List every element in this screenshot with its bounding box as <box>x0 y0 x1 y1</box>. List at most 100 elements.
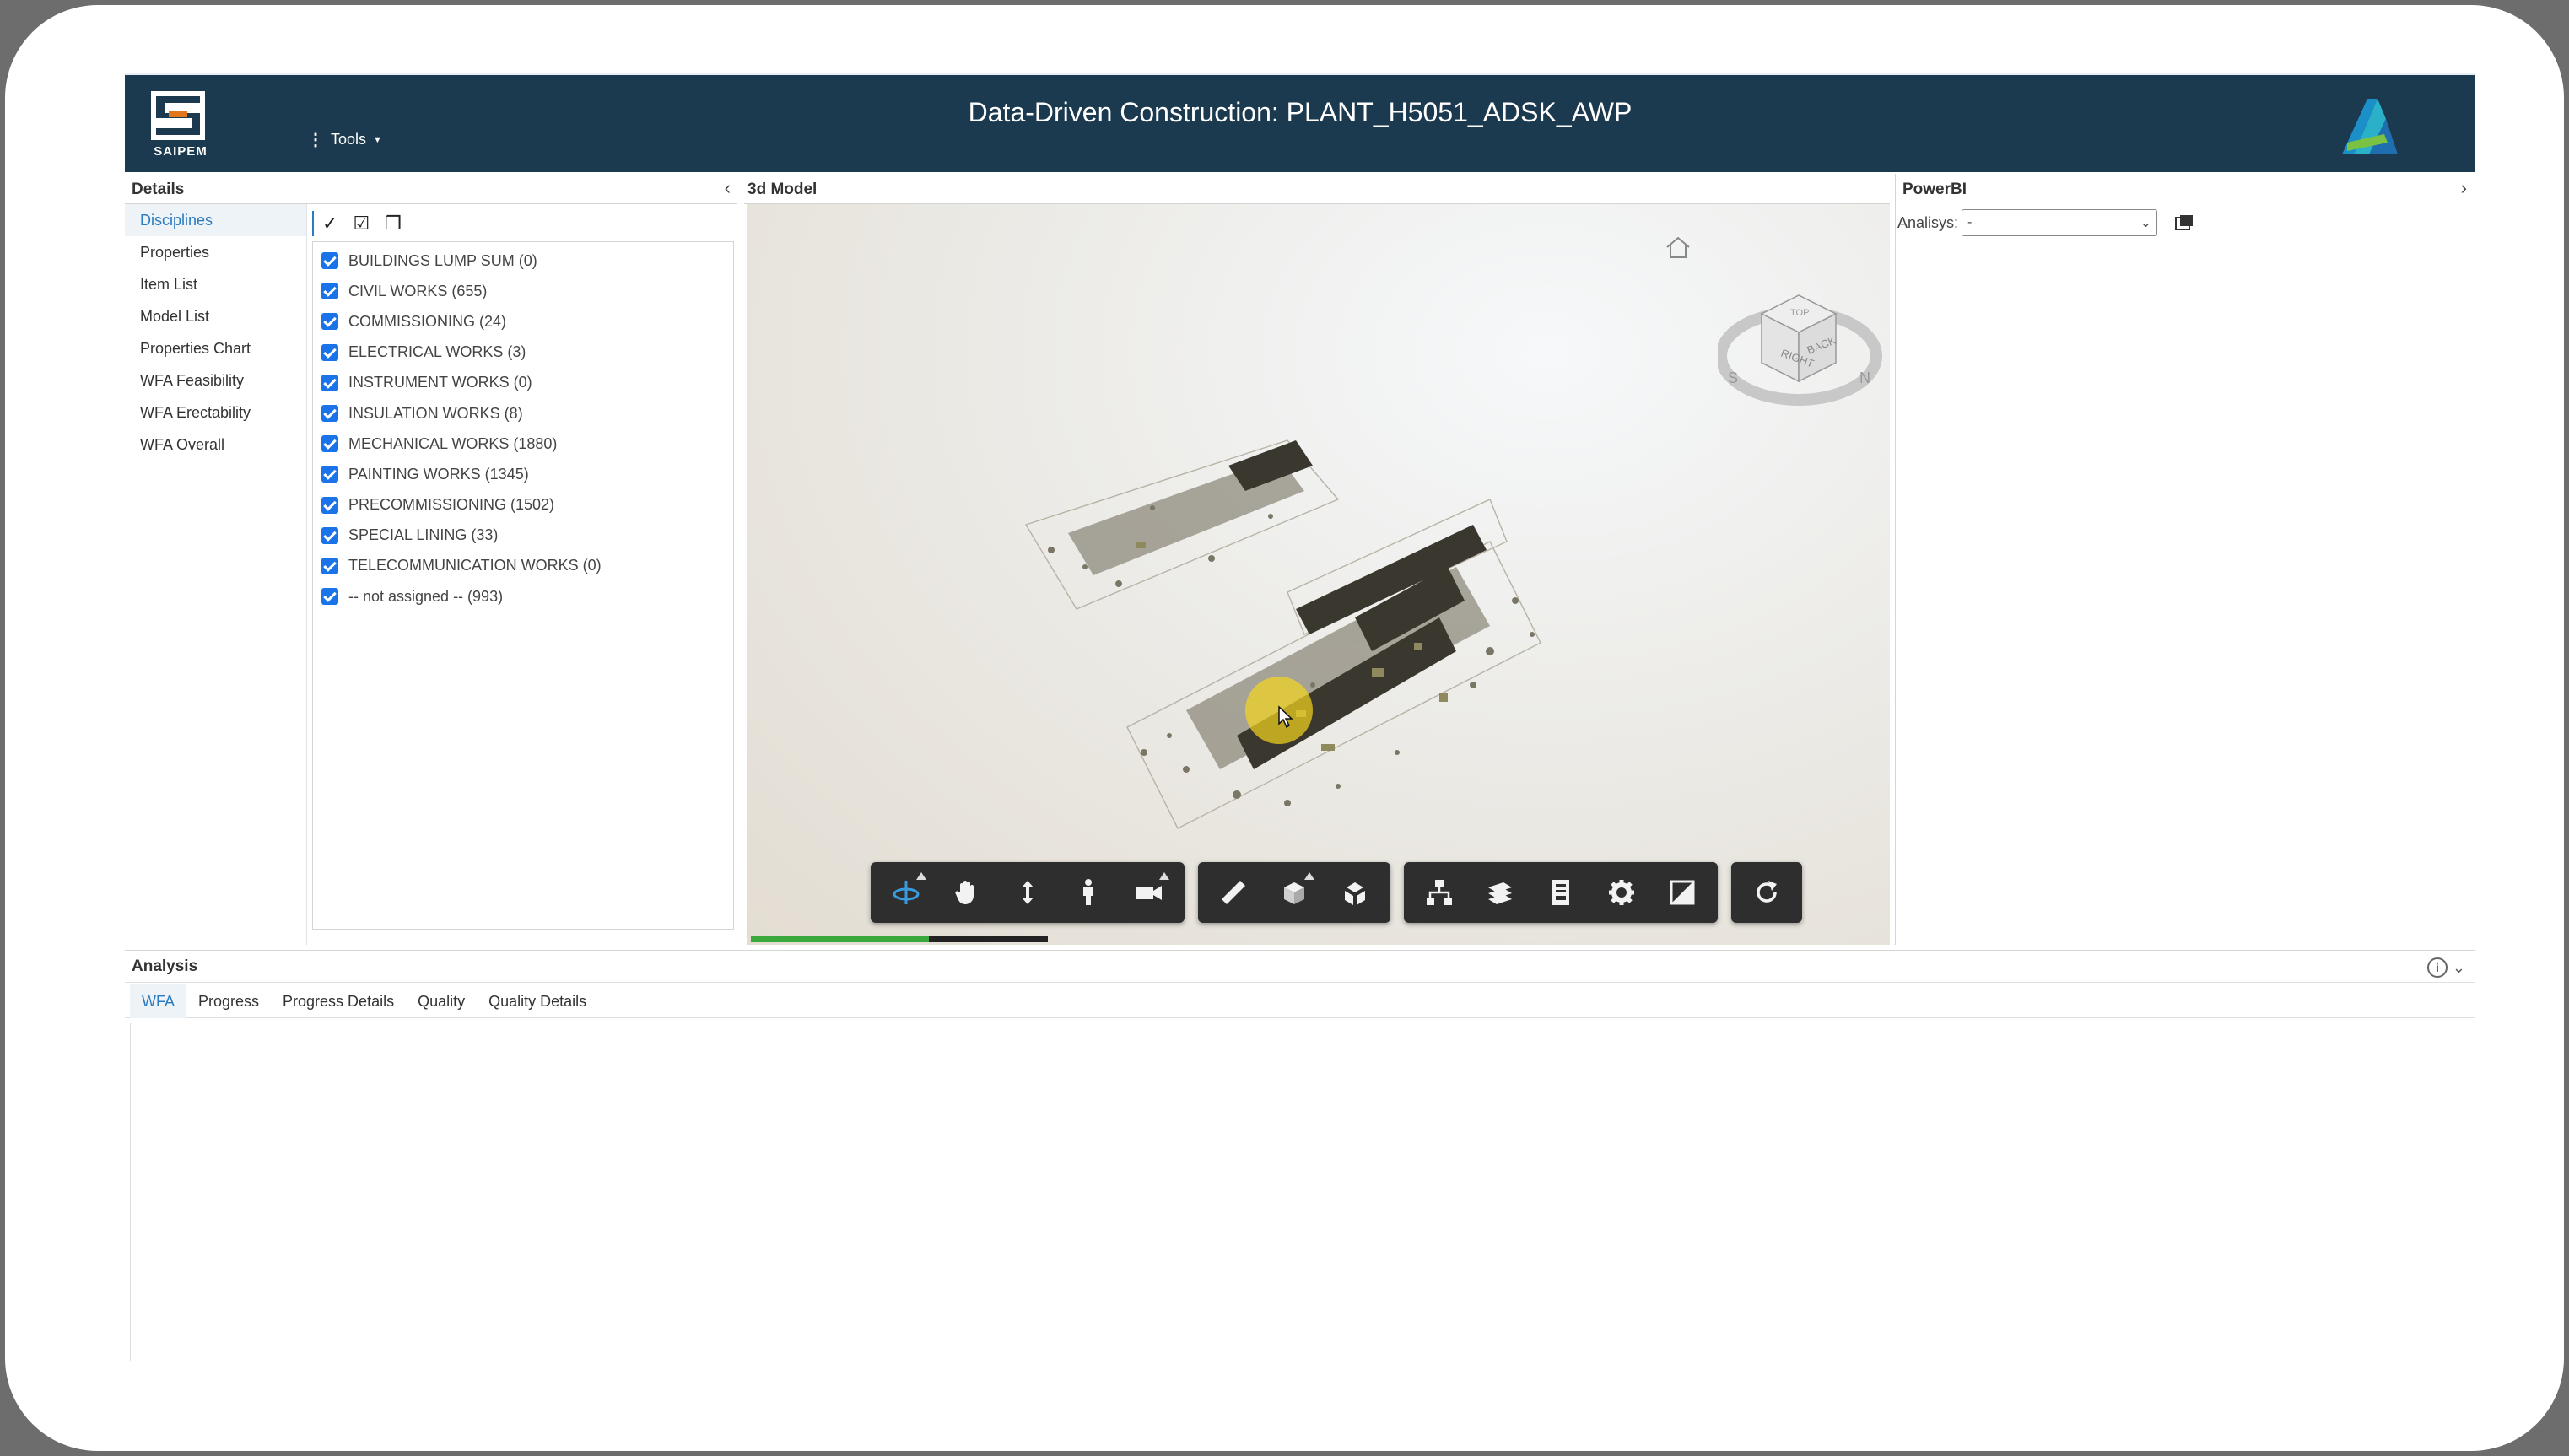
discipline-checkbox[interactable] <box>321 313 338 331</box>
discipline-row[interactable]: MECHANICAL WORKS (1880) <box>313 429 733 459</box>
section-button[interactable] <box>1264 862 1325 923</box>
orbit-icon <box>893 881 920 904</box>
refresh-tools-group <box>1731 862 1802 923</box>
camera-button[interactable] <box>1119 862 1179 923</box>
measure-button[interactable] <box>1203 862 1264 923</box>
discipline-row[interactable]: PRECOMMISSIONING (1502) <box>313 490 733 520</box>
tab-progress[interactable]: Progress <box>186 984 271 1018</box>
settings-button[interactable] <box>1591 862 1652 923</box>
discipline-checkbox[interactable] <box>321 252 338 270</box>
model-loading-progress-bar <box>751 936 1048 942</box>
chevron-down-icon: ⌄ <box>2140 216 2152 230</box>
disciplines-area: ✓ ☑ ❐ BUILDINGS LUMP SUM (0) CIVIL WORKS… <box>312 204 734 945</box>
nav-item-disciplines[interactable]: Disciplines <box>125 204 306 236</box>
check-selected-icon[interactable]: ☑ <box>353 213 370 235</box>
powerbi-panel-title: PowerBI <box>1902 181 1967 198</box>
export-icon[interactable] <box>2174 213 2194 233</box>
fullscreen-icon <box>1670 880 1695 905</box>
model-tools-group <box>1404 862 1718 923</box>
discipline-row[interactable]: INSTRUMENT WORKS (0) <box>313 368 733 398</box>
orbit-button[interactable] <box>876 862 936 923</box>
analysis-select-value: - <box>1967 215 1973 229</box>
discipline-checkbox[interactable] <box>321 374 338 391</box>
nav-item-wfa-feasibility[interactable]: WFA Feasibility <box>125 364 306 396</box>
tab-progress-details[interactable]: Progress Details <box>271 984 406 1018</box>
analysis-select[interactable]: - ⌄ <box>1962 209 2158 236</box>
camera-icon <box>1136 886 1162 900</box>
discipline-label: PAINTING WORKS (1345) <box>348 465 529 483</box>
refresh-icon <box>1757 881 1777 903</box>
discipline-row[interactable]: COMMISSIONING (24) <box>313 306 733 337</box>
nav-item-wfa-overall[interactable]: WFA Overall <box>125 429 306 461</box>
viewer-toolbar <box>871 862 1802 923</box>
zoom-arrows-icon <box>1022 881 1034 904</box>
details-panel: Details ‹ Disciplines Properties Item Li… <box>125 174 737 945</box>
viewcube[interactable]: RIGHT BACK TOP S N <box>1718 255 1886 415</box>
powerbi-panel: PowerBI › Analisys: - ⌄ <box>1895 174 2475 945</box>
layers-icon <box>1488 882 1512 904</box>
info-icon[interactable]: i <box>2426 957 2448 978</box>
nav-item-properties[interactable]: Properties <box>125 236 306 268</box>
plant-3d-model[interactable] <box>1017 432 1659 837</box>
fullscreen-button[interactable] <box>1652 862 1713 923</box>
zoom-button[interactable] <box>997 862 1058 923</box>
properties-icon <box>1552 880 1569 905</box>
viewcube-face-top: TOP <box>1790 308 1809 318</box>
discipline-label: CIVIL WORKS (655) <box>348 282 488 299</box>
disciplines-toolbar: ✓ ☑ ❐ <box>312 211 402 236</box>
pan-button[interactable] <box>936 862 997 923</box>
nav-item-properties-chart[interactable]: Properties Chart <box>125 332 306 364</box>
discipline-checkbox[interactable] <box>321 466 338 483</box>
3d-viewer[interactable]: RIGHT BACK TOP S N <box>747 204 1890 945</box>
model-panel: 3d Model RIGHT BACK TOP S N <box>744 174 1890 945</box>
ruler-icon <box>1222 881 1245 904</box>
discipline-row[interactable]: INSULATION WORKS (8) <box>313 398 733 429</box>
explode-button[interactable] <box>1325 862 1385 923</box>
discipline-label: INSTRUMENT WORKS (0) <box>348 374 532 391</box>
refresh-button[interactable] <box>1736 862 1797 923</box>
discipline-checkbox[interactable] <box>321 557 338 574</box>
discipline-row[interactable]: SPECIAL LINING (33) <box>313 520 733 551</box>
chevron-down-icon[interactable]: ⌄ <box>2453 959 2465 977</box>
uncheck-all-icon[interactable]: ❐ <box>385 213 402 235</box>
discipline-row[interactable]: ELECTRICAL WORKS (3) <box>313 337 733 368</box>
discipline-checkbox[interactable] <box>321 283 338 300</box>
discipline-checkbox[interactable] <box>321 526 338 544</box>
model-panel-header: 3d Model <box>744 174 1890 204</box>
collapse-left-icon[interactable]: ‹ <box>725 177 731 199</box>
disciplines-list: BUILDINGS LUMP SUM (0) CIVIL WORKS (655)… <box>312 241 734 930</box>
discipline-row[interactable]: TELECOMMUNICATION WORKS (0) <box>313 551 733 581</box>
tab-wfa[interactable]: WFA <box>130 984 186 1018</box>
discipline-checkbox[interactable] <box>321 435 338 453</box>
discipline-label: SPECIAL LINING (33) <box>348 526 499 544</box>
expand-right-icon[interactable]: › <box>2461 177 2467 199</box>
home-icon[interactable] <box>1664 235 1692 260</box>
section-box-icon <box>1284 882 1304 904</box>
check-all-icon[interactable]: ✓ <box>322 213 337 235</box>
layers-button[interactable] <box>1470 862 1530 923</box>
person-icon <box>1083 879 1093 905</box>
tools-menu[interactable]: ⋮ Tools ▼ <box>307 131 382 148</box>
discipline-row[interactable]: CIVIL WORKS (655) <box>313 276 733 306</box>
analysis-select-label: Analisys: <box>1897 213 1959 231</box>
discipline-checkbox[interactable] <box>321 343 338 361</box>
properties-button[interactable] <box>1530 862 1591 923</box>
page-title: Data-Driven Construction: PLANT_H5051_AD… <box>968 97 1633 127</box>
discipline-row[interactable]: -- not assigned -- (993) <box>313 581 733 612</box>
nav-item-wfa-erectability[interactable]: WFA Erectability <box>125 396 306 429</box>
nav-item-item-list[interactable]: Item List <box>125 268 306 300</box>
details-panel-title: Details <box>132 181 185 198</box>
tab-quality-details[interactable]: Quality Details <box>477 984 598 1018</box>
analysis-select-row: Analisys: - ⌄ <box>1897 209 2194 236</box>
discipline-checkbox[interactable] <box>321 405 338 423</box>
first-person-button[interactable] <box>1058 862 1119 923</box>
model-browser-button[interactable] <box>1409 862 1470 923</box>
discipline-checkbox[interactable] <box>321 496 338 514</box>
compass-south: S <box>1728 369 1738 386</box>
tab-quality[interactable]: Quality <box>406 984 477 1018</box>
discipline-row[interactable]: PAINTING WORKS (1345) <box>313 459 733 489</box>
nav-item-model-list[interactable]: Model List <box>125 300 306 332</box>
discipline-checkbox[interactable] <box>321 588 338 606</box>
explode-cube-icon <box>1345 882 1365 905</box>
discipline-row[interactable]: BUILDINGS LUMP SUM (0) <box>313 245 733 276</box>
